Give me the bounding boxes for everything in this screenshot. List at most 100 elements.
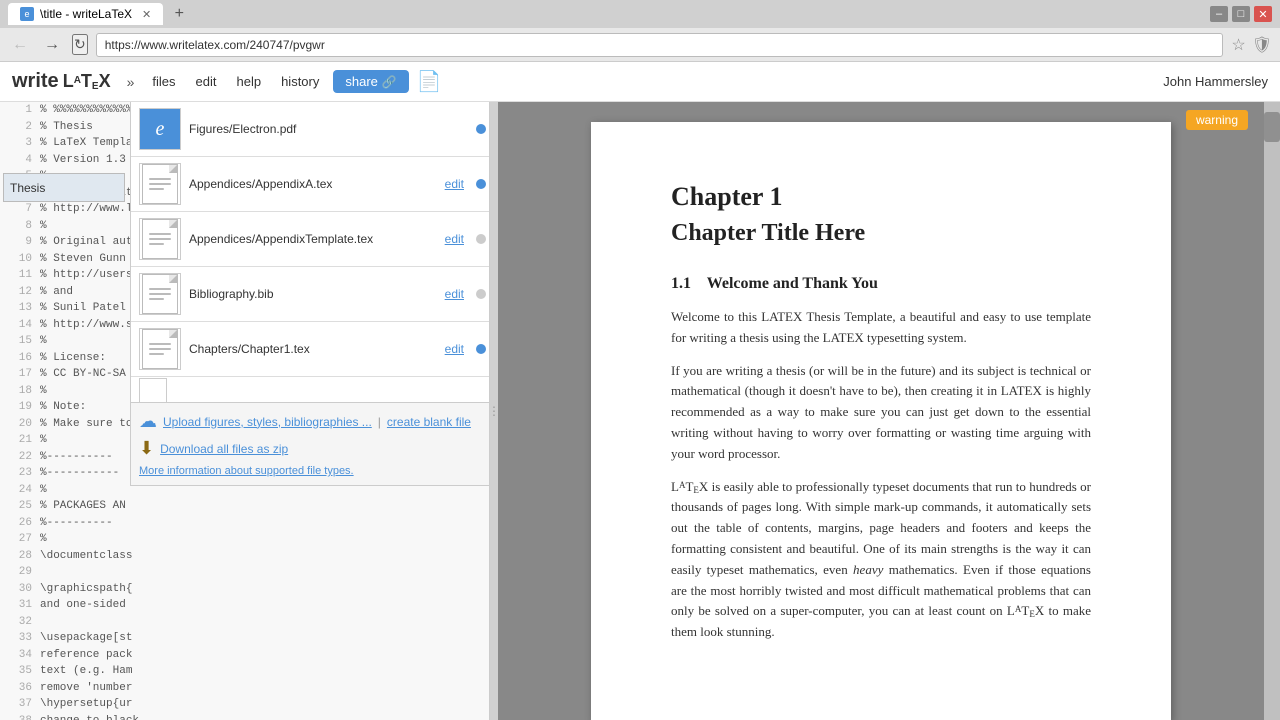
list-item[interactable] [131, 377, 490, 402]
file-edit-link-2[interactable]: edit [445, 232, 464, 246]
close-btn[interactable]: ✕ [1254, 6, 1272, 22]
file-icon-lines [149, 343, 171, 355]
line [149, 188, 164, 190]
code-line-34: 34reference pack [0, 647, 489, 664]
file-icon-box-2 [139, 218, 181, 260]
address-text: https://www.writelatex.com/240747/pvgwr [105, 38, 325, 52]
refresh-btn[interactable]: ↻ [72, 34, 88, 55]
code-line-36: 36remove 'number [0, 680, 489, 697]
pdf-btn[interactable]: 📄 [417, 69, 442, 94]
file-icon-doc-2 [142, 219, 178, 259]
window-controls: – □ ✕ [1210, 6, 1272, 22]
scroll-thumb [1264, 112, 1280, 142]
code-line-27: 27% [0, 531, 489, 548]
file-edit-link-4[interactable]: edit [445, 342, 464, 356]
share-label: share [345, 74, 378, 89]
pdf-page: Chapter 1 Chapter Title Here 1.1 Welcome… [591, 122, 1171, 720]
line [149, 348, 171, 350]
list-item[interactable]: Appendices/AppendixA.tex edit [131, 157, 490, 212]
maximize-btn[interactable]: □ [1232, 6, 1250, 22]
list-item[interactable]: Chapters/Chapter1.tex edit [131, 322, 490, 377]
line [149, 293, 171, 295]
logo-latex: LATEX [63, 71, 111, 92]
file-icon-lines [149, 288, 171, 300]
code-line-30: 30\graphicspath{ [0, 581, 489, 598]
address-right-icons: ☆ 🛡 [1231, 35, 1272, 55]
overlay-file-panel: e Figures/Electron.pdf [130, 102, 490, 486]
code-line-33: 33\usepackage[st [0, 630, 489, 647]
download-icon: ⬇ [139, 438, 154, 459]
create-blank-link[interactable]: create blank file [387, 415, 471, 429]
file-list: e Figures/Electron.pdf [131, 102, 490, 402]
thesis-file-label[interactable]: Thesis [3, 173, 125, 202]
code-line-35: 35text (e.g. Ham [0, 663, 489, 680]
forward-btn[interactable]: → [40, 34, 64, 56]
download-link[interactable]: Download all files as zip [160, 442, 288, 456]
electron-icon: e [140, 109, 180, 149]
file-name-4: Chapters/Chapter1.tex [189, 342, 437, 356]
right-scrollbar[interactable] [1264, 102, 1280, 720]
section-num: 1.1 [671, 275, 691, 292]
nav-edit[interactable]: edit [186, 62, 227, 101]
file-icon-electron: e [139, 108, 181, 150]
panel-divider[interactable] [490, 102, 498, 720]
file-edit-link-3[interactable]: edit [445, 287, 464, 301]
app-nav: files edit help history share 🔗 📄 [142, 62, 441, 101]
pdf-paragraph-3: LATEX is easily able to professionally t… [671, 477, 1091, 643]
section-title-text: Welcome and Thank You [707, 275, 878, 292]
file-name-0: Figures/Electron.pdf [189, 122, 468, 136]
line [149, 343, 171, 345]
file-dot-4 [476, 344, 486, 354]
more-info-link[interactable]: More information about supported file ty… [139, 465, 486, 477]
list-item[interactable]: e Figures/Electron.pdf [131, 102, 490, 157]
new-tab-btn[interactable]: + [169, 4, 189, 24]
code-line-31: 31and one-sided [0, 597, 489, 614]
logo-write: write [12, 70, 59, 93]
pdf-paragraph-1: Welcome to this LATEX Thesis Template, a… [671, 307, 1091, 349]
file-name-2: Appendices/AppendixTemplate.tex [189, 232, 437, 246]
pdf-preview[interactable]: warning Chapter 1 Chapter Title Here 1.1… [498, 102, 1264, 720]
file-edit-link-1[interactable]: edit [445, 177, 464, 191]
file-icon-doc-1 [142, 164, 178, 204]
line [149, 243, 164, 245]
file-panel: 1% %%%%%%%%%%%% 2% Thesis 3% LaTeX Templ… [0, 102, 490, 720]
app-header: writeLATEX » files edit help history sha… [0, 62, 1280, 102]
nav-help[interactable]: help [227, 62, 272, 101]
logo-arrow: » [127, 74, 135, 90]
line [149, 233, 171, 235]
back-btn[interactable]: ← [8, 34, 32, 56]
nav-history[interactable]: history [271, 62, 329, 101]
user-name: John Hammersley [1163, 74, 1268, 89]
file-name-1: Appendices/AppendixA.tex [189, 177, 437, 191]
bookmark-icon[interactable]: ☆ [1231, 35, 1245, 55]
file-dot-2 [476, 234, 486, 244]
file-icon-doc-3 [142, 274, 178, 314]
upload-link[interactable]: Upload figures, styles, bibliographies .… [163, 415, 372, 429]
addon-icon: 🛡 [1252, 35, 1272, 55]
code-line-37: 37\hypersetup{ur [0, 696, 489, 713]
address-field[interactable]: https://www.writelatex.com/240747/pvgwr [96, 33, 1224, 57]
line [149, 288, 171, 290]
file-icon-box-5 [139, 378, 167, 403]
browser-tab[interactable]: e \title - writeLaTeX ✕ [8, 3, 163, 25]
file-icon-box-3 [139, 273, 181, 315]
share-button[interactable]: share 🔗 [333, 70, 408, 93]
file-icon-doc-4 [142, 329, 178, 369]
pdf-chapter-title: Chapter Title Here [671, 220, 1091, 247]
pdf-paragraph-2: If you are writing a thesis (or will be … [671, 361, 1091, 465]
address-bar: ← → ↻ https://www.writelatex.com/240747/… [0, 28, 1280, 62]
main-content: 1% %%%%%%%%%%%% 2% Thesis 3% LaTeX Templ… [0, 102, 1280, 720]
list-item[interactable]: Bibliography.bib edit [131, 267, 490, 322]
file-dot-3 [476, 289, 486, 299]
tab-close-btn[interactable]: ✕ [142, 8, 151, 21]
warning-button[interactable]: warning [1186, 110, 1248, 130]
line [149, 178, 171, 180]
list-item[interactable]: Appendices/AppendixTemplate.tex edit [131, 212, 490, 267]
code-line-38: 38change to black [0, 713, 489, 720]
nav-files[interactable]: files [142, 62, 185, 101]
code-line-25: 25% PACKAGES AN [0, 498, 489, 515]
pdf-section-title: 1.1 Welcome and Thank You [671, 275, 1091, 293]
file-name-3: Bibliography.bib [189, 287, 437, 301]
code-line-26: 26%---------- [0, 515, 489, 532]
minimize-btn[interactable]: – [1210, 6, 1228, 22]
